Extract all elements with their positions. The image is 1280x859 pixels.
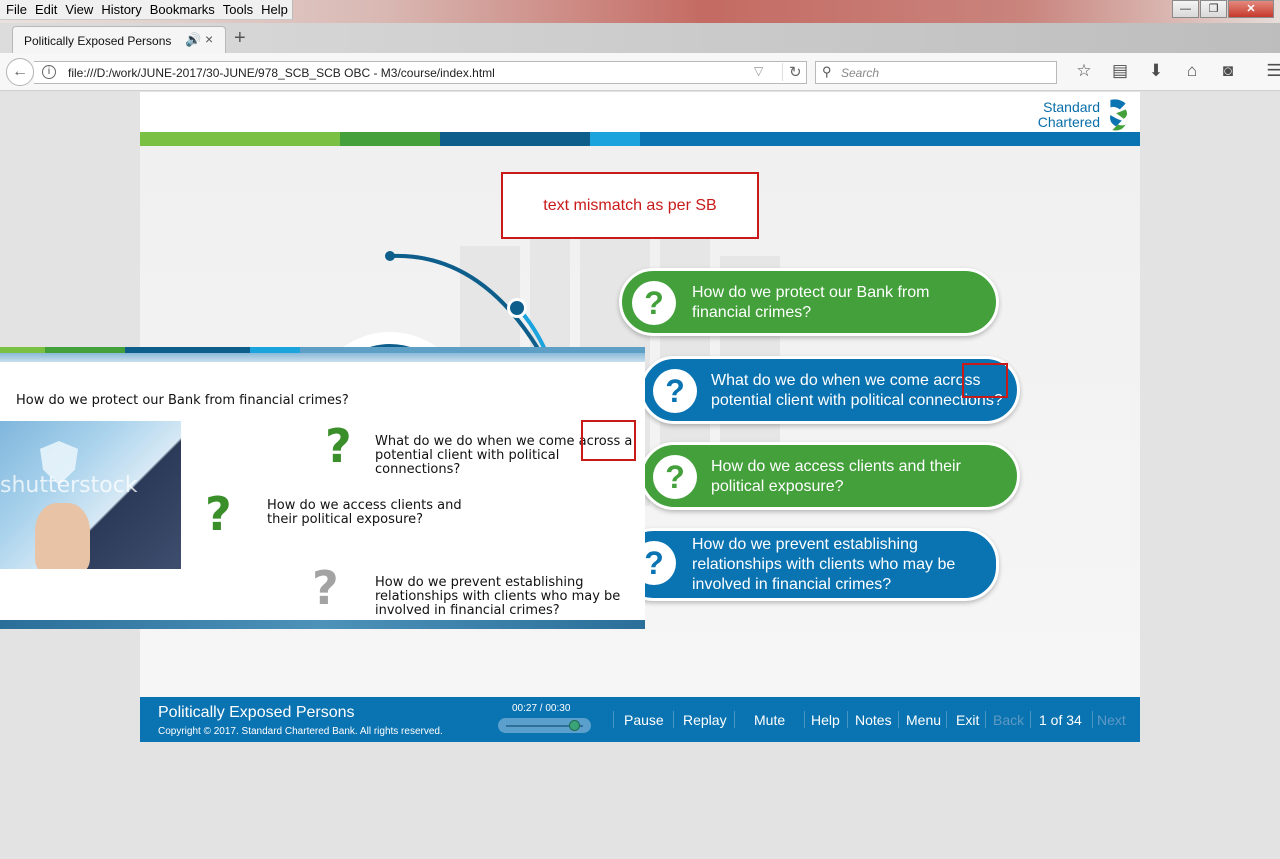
question-mark-icon: ?: [653, 369, 697, 413]
restore-button[interactable]: ❐: [1200, 0, 1227, 18]
stock-photo-shield: shutterstock: [0, 421, 181, 569]
copyright: Copyright © 2017. Standard Chartered Ban…: [158, 726, 443, 737]
question-mark-icon: ?: [653, 455, 697, 499]
notes-button[interactable]: Notes: [855, 712, 892, 728]
search-input[interactable]: ⚲ Search: [815, 61, 1057, 84]
tab-strip: Politically Exposed Persons 🔊 × +: [0, 23, 1280, 54]
hamburger-menu-icon[interactable]: ☰: [1256, 61, 1280, 81]
logo-line2: Chartered: [1037, 114, 1100, 130]
back-button[interactable]: Back: [993, 712, 1024, 728]
bubble-3-line2: political exposure?: [711, 478, 844, 495]
course-header: Standard Chartered: [140, 92, 1140, 132]
close-window-button[interactable]: ✕: [1228, 0, 1274, 18]
brand-stripe-light-green: [140, 132, 340, 146]
question-bubble-1[interactable]: ? How do we protect our Bank from financ…: [619, 268, 999, 336]
sb-question-1: How do we protect our Bank from financia…: [16, 393, 349, 408]
menu-help[interactable]: Help: [257, 0, 292, 19]
bubble-2-line2: potential client with political connecti…: [711, 392, 1003, 409]
watermark: shutterstock: [0, 473, 138, 498]
course-footer: Politically Exposed Persons Copyright © …: [140, 697, 1140, 742]
bubble-4-line1: How do we prevent establishing: [692, 536, 918, 553]
logo-line1: Standard: [1043, 99, 1100, 115]
reload-icon[interactable]: ↻: [782, 63, 802, 81]
brand-stripe-blue: [640, 132, 1140, 146]
download-icon[interactable]: ⬇: [1138, 61, 1174, 81]
bubble-2-line1: What do we do when we come across: [711, 372, 981, 389]
tab-title: Politically Exposed Persons: [24, 34, 172, 48]
sb-question-3-line1: How do we access clients and: [267, 498, 462, 513]
page-counter: 1 of 34: [1039, 712, 1082, 728]
review-annotation: text mismatch as per SB: [501, 172, 759, 239]
question-mark-icon: ?: [632, 281, 676, 325]
slider-knob[interactable]: [569, 720, 580, 731]
playback-slider[interactable]: [498, 718, 591, 733]
toolbar-icons: ☆ ▤ ⬇ ⌂ ◙ ☰: [1066, 61, 1280, 81]
bubble-1-line1: How do we protect our Bank from: [692, 284, 930, 301]
bubble-4-line3: involved in financial crimes?: [692, 576, 892, 593]
navigation-toolbar: ← i file:///D:/work/JUNE-2017/30-JUNE/97…: [0, 53, 1280, 91]
bubble-1-line2: financial crimes?: [692, 304, 812, 321]
back-arrow-icon[interactable]: ←: [6, 58, 34, 86]
window-controls: — ❐ ✕: [1171, 0, 1274, 18]
search-icon: ⚲: [822, 64, 832, 79]
sb-question-4-line3: involved in financial crimes?: [375, 603, 560, 618]
speaker-icon[interactable]: 🔊: [185, 32, 201, 48]
question-mark-icon: ?: [325, 419, 352, 473]
mute-button[interactable]: Mute: [754, 712, 785, 728]
course-title: Politically Exposed Persons: [158, 704, 355, 721]
minimize-button[interactable]: —: [1172, 0, 1199, 18]
pause-button[interactable]: Pause: [624, 712, 664, 728]
annotation-text: text mismatch as per SB: [543, 196, 717, 214]
reading-list-icon[interactable]: ▤: [1102, 61, 1138, 81]
replay-button[interactable]: Replay: [683, 712, 727, 728]
search-placeholder: Search: [841, 66, 880, 80]
brand-stripe-navy: [440, 132, 590, 146]
menu-tools[interactable]: Tools: [219, 0, 257, 19]
info-icon[interactable]: i: [42, 65, 56, 79]
bubble-3-line1: How do we access clients and their: [711, 458, 961, 475]
pocket-icon[interactable]: ◙: [1210, 61, 1246, 81]
sb-question-2-line3: connections?: [375, 462, 461, 477]
mismatch-highlight: [581, 420, 636, 461]
question-bubble-4[interactable]: ? How do we prevent establishing relatio…: [619, 528, 999, 601]
menu-view[interactable]: View: [61, 0, 97, 19]
question-bubble-3[interactable]: ? How do we access clients and their pol…: [640, 442, 1020, 510]
menu-edit[interactable]: Edit: [31, 0, 61, 19]
menu-history[interactable]: History: [97, 0, 145, 19]
bookmark-star-icon[interactable]: ☆: [1066, 61, 1102, 81]
tab-politically-exposed-persons[interactable]: Politically Exposed Persons 🔊 ×: [12, 26, 226, 54]
brand-stripe-cyan: [590, 132, 640, 146]
question-mark-icon: ?: [205, 487, 232, 541]
bubble-4-line2: relationships with clients who may be: [692, 556, 956, 573]
question-mark-icon: ?: [312, 561, 339, 615]
standard-chartered-logo: Standard Chartered: [1038, 98, 1130, 132]
help-button[interactable]: Help: [811, 712, 840, 728]
home-icon[interactable]: ⌂: [1174, 61, 1210, 81]
address-bar[interactable]: i file:///D:/work/JUNE-2017/30-JUNE/978_…: [34, 61, 807, 84]
tab-close-icon[interactable]: ×: [205, 31, 213, 47]
sb-question-4-line2: relationships with clients who may be: [375, 589, 621, 604]
storyboard-reference-image: How do we protect our Bank from financia…: [0, 347, 645, 629]
exit-button[interactable]: Exit: [956, 712, 979, 728]
menu-file[interactable]: File: [2, 0, 31, 19]
url-text: file:///D:/work/JUNE-2017/30-JUNE/978_SC…: [68, 66, 495, 80]
chevron-down-icon[interactable]: ▽: [754, 64, 763, 78]
storyboard-bottom-stripe: [0, 620, 645, 629]
logo-mark-icon: [1110, 99, 1128, 131]
menu-bookmarks[interactable]: Bookmarks: [146, 0, 219, 19]
playback-time: 00:27 / 00:30: [512, 703, 571, 714]
mismatch-highlight: [962, 363, 1008, 398]
brand-stripe-green: [340, 132, 440, 146]
sb-question-3-line2: their political exposure?: [267, 512, 424, 527]
menu-bar: File Edit View History Bookmarks Tools H…: [0, 0, 293, 20]
sb-question-4-line1: How do we prevent establishing: [375, 575, 584, 590]
next-button[interactable]: Next: [1097, 712, 1126, 728]
new-tab-button[interactable]: +: [234, 27, 246, 50]
menu-button[interactable]: Menu: [906, 712, 941, 728]
